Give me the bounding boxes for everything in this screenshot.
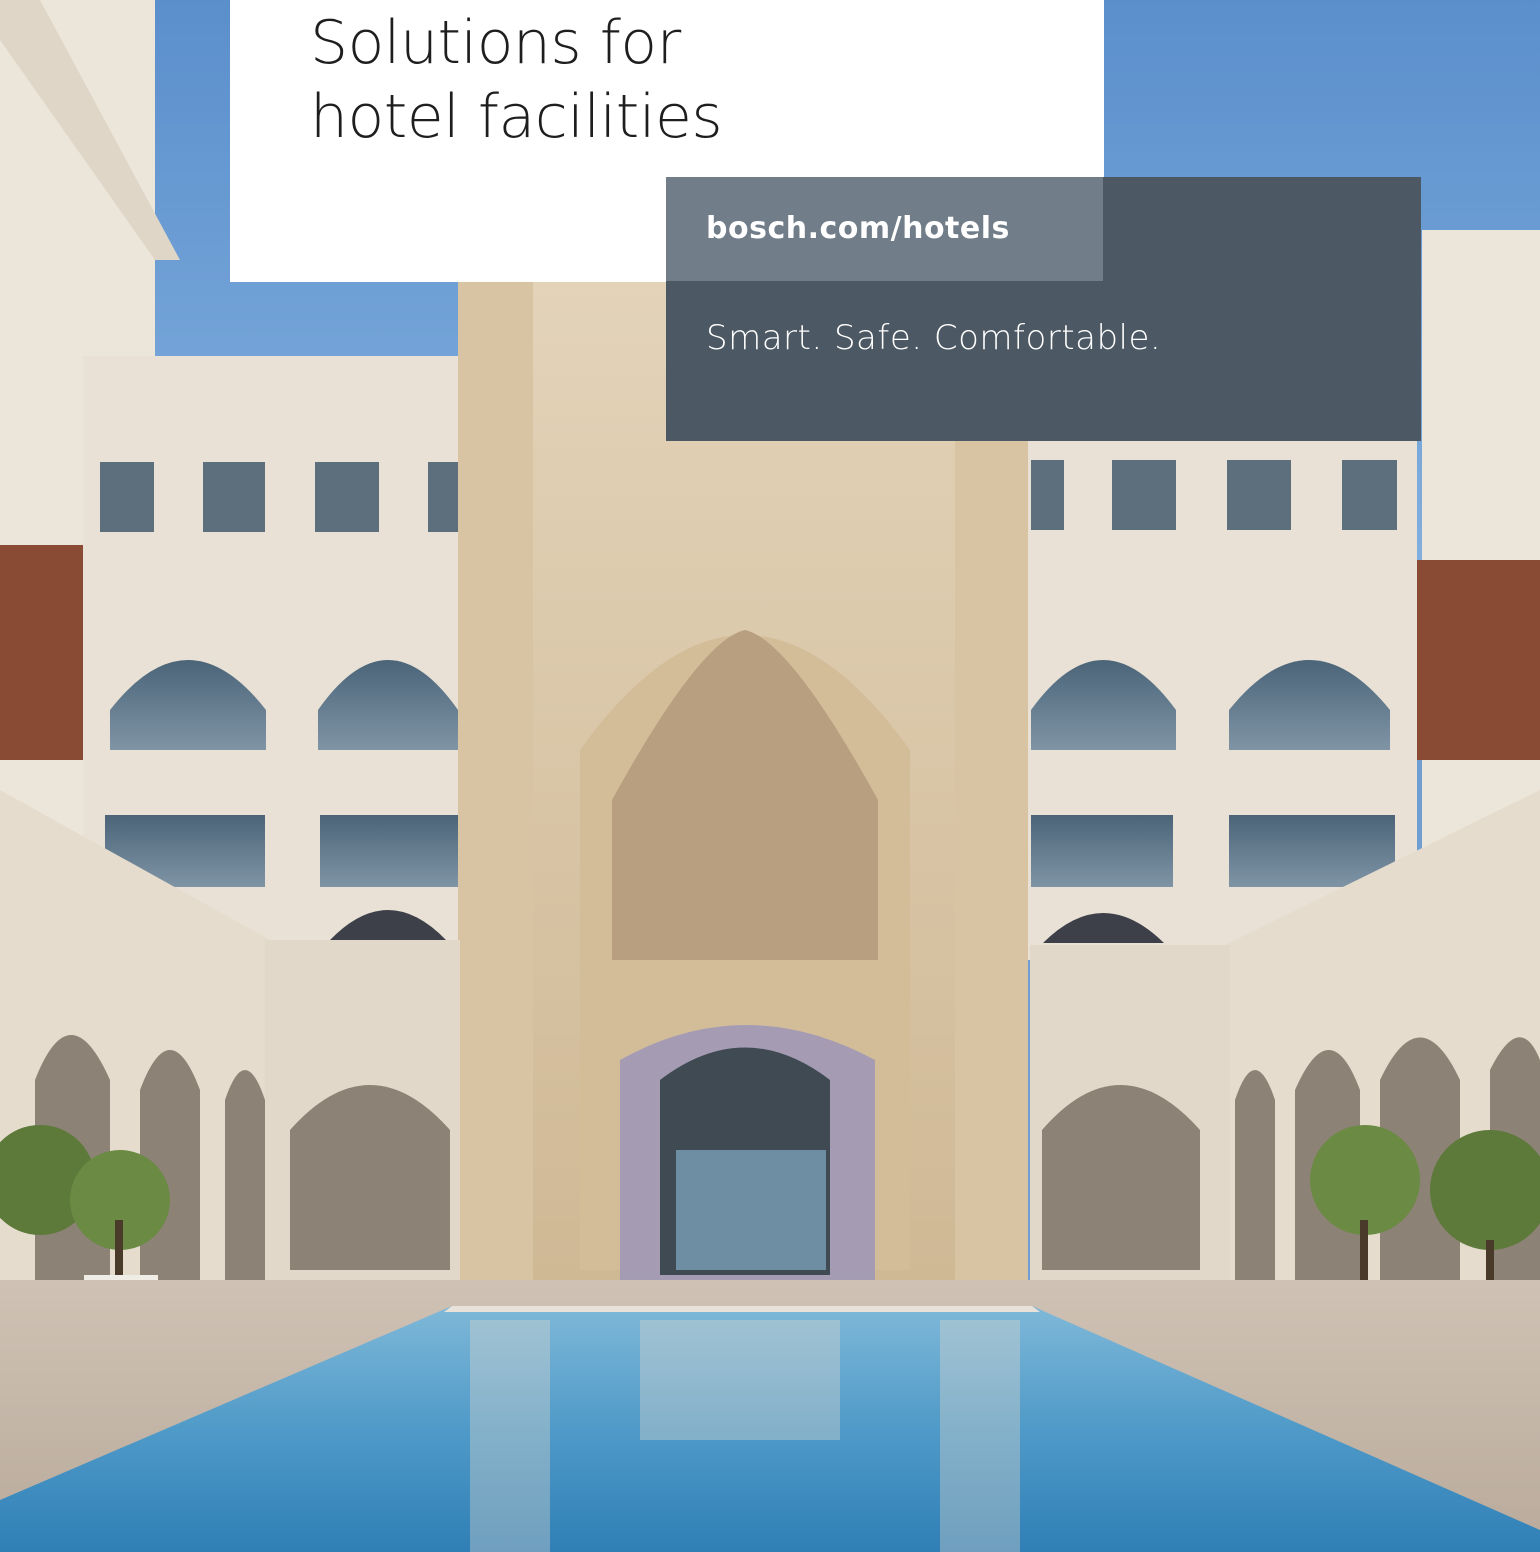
cover-title-line-2: hotel facilities: [310, 82, 723, 152]
tagline: Smart. Safe. Comfortable.: [706, 318, 1162, 358]
brochure-cover: Solutions for hotel facilities bosch.com…: [0, 0, 1540, 1552]
url-panel: bosch.com/hotels: [666, 177, 1103, 281]
website-link[interactable]: bosch.com/hotels: [706, 211, 1010, 246]
cover-title-line-1: Solutions for: [310, 8, 681, 78]
